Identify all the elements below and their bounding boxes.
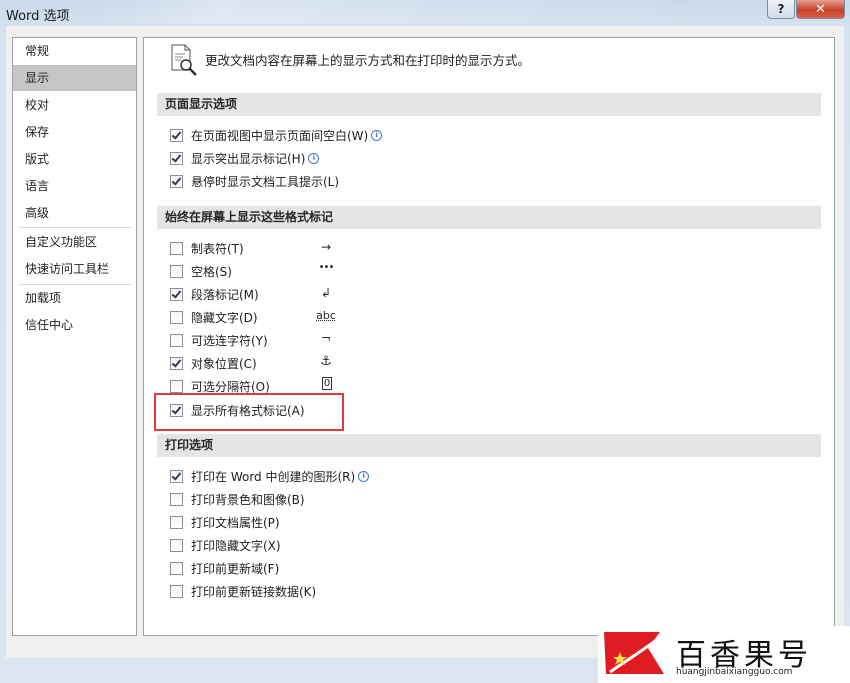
option-label: 打印在 Word 中创建的图形(R) bbox=[191, 469, 356, 484]
document-magnifier-icon bbox=[171, 44, 197, 76]
category-sidebar: 常规 显示 校对 保存 版式 语言 高级 自定义功能区 快速访问工具栏 加载项 … bbox=[12, 37, 137, 636]
checkbox[interactable] bbox=[170, 310, 183, 324]
option-update-linked-data: 打印前更新链接数据(K) bbox=[170, 581, 316, 601]
checkbox[interactable] bbox=[170, 515, 183, 529]
sidebar-item-layout[interactable]: 版式 bbox=[13, 146, 136, 172]
section-heading-page-display: 页面显示选项 bbox=[157, 93, 821, 116]
optional-hyphen-icon: ¬ bbox=[320, 331, 332, 345]
option-show-tooltips: 悬停时显示文档工具提示(L) bbox=[170, 171, 339, 191]
brand-logo-icon bbox=[604, 632, 665, 674]
option-label: 在页面视图中显示页面间空白(W) bbox=[191, 128, 369, 143]
word-options-window: Word 选项 ? ✕ 常规 显示 校对 保存 版式 语言 高级 自定义功能区 … bbox=[0, 0, 850, 683]
option-label: 空格(S) bbox=[191, 264, 232, 279]
help-button[interactable]: ? bbox=[767, 0, 795, 19]
option-print-background: 打印背景色和图像(B) bbox=[170, 489, 305, 509]
anchor-icon: ⚓ bbox=[320, 354, 332, 369]
sidebar-item-quick-access-toolbar[interactable]: 快速访问工具栏 bbox=[13, 256, 136, 282]
checkbox[interactable] bbox=[170, 287, 183, 301]
checkbox[interactable] bbox=[170, 356, 183, 370]
option-paragraph-marks: 段落标记(M) bbox=[170, 284, 259, 304]
option-label: 显示突出显示标记(H) bbox=[191, 151, 306, 166]
option-object-anchors: 对象位置(C) bbox=[170, 353, 257, 373]
title-bar-background bbox=[90, 0, 730, 24]
checkbox[interactable] bbox=[170, 492, 183, 506]
optional-break-icon: 0 bbox=[322, 377, 332, 390]
option-print-properties: 打印文档属性(P) bbox=[170, 512, 280, 532]
close-button[interactable]: ✕ bbox=[796, 0, 845, 19]
sidebar-item-display[interactable]: 显示 bbox=[13, 65, 136, 91]
sidebar-divider bbox=[19, 227, 131, 228]
checkbox[interactable] bbox=[170, 584, 183, 598]
checkbox[interactable] bbox=[170, 241, 183, 255]
option-print-drawings: 打印在 Word 中创建的图形(R) i bbox=[170, 466, 370, 486]
option-label: 对象位置(C) bbox=[191, 356, 257, 371]
display-options-panel: 更改文档内容在屏幕上的显示方式和在打印时的显示方式。 页面显示选项 在页面视图中… bbox=[143, 37, 835, 636]
tab-symbol-icon: → bbox=[320, 240, 332, 254]
checkbox[interactable] bbox=[170, 333, 183, 347]
option-optional-hyphens: 可选连字符(Y) bbox=[170, 330, 268, 350]
section-heading-print: 打印选项 bbox=[157, 434, 821, 457]
option-show-whitespace: 在页面视图中显示页面间空白(W) i bbox=[170, 125, 383, 145]
option-label: 可选分隔符(O) bbox=[191, 379, 270, 394]
option-label: 制表符(T) bbox=[191, 241, 244, 256]
checkbox[interactable] bbox=[170, 128, 183, 142]
option-label: 打印背景色和图像(B) bbox=[191, 492, 305, 507]
space-dots-icon: ••• bbox=[318, 262, 335, 273]
window-title: Word 选项 bbox=[6, 9, 70, 24]
option-tab-characters: 制表符(T) bbox=[170, 238, 244, 258]
checkbox[interactable] bbox=[170, 174, 183, 188]
option-hidden-text: 隐藏文字(D) bbox=[170, 307, 258, 327]
hidden-text-icon: abc bbox=[316, 309, 336, 322]
sidebar-item-language[interactable]: 语言 bbox=[13, 173, 136, 199]
info-icon[interactable]: i bbox=[358, 470, 370, 482]
highlight-box bbox=[154, 393, 344, 431]
sidebar-item-customize-ribbon[interactable]: 自定义功能区 bbox=[13, 229, 136, 255]
checkbox[interactable] bbox=[170, 561, 183, 575]
option-label: 段落标记(M) bbox=[191, 287, 259, 302]
intro-text: 更改文档内容在屏幕上的显示方式和在打印时的显示方式。 bbox=[205, 53, 531, 68]
option-show-highlighter: 显示突出显示标记(H) i bbox=[170, 148, 320, 168]
sidebar-item-save[interactable]: 保存 bbox=[13, 119, 136, 145]
sidebar-item-proofing[interactable]: 校对 bbox=[13, 92, 136, 118]
option-update-fields: 打印前更新域(F) bbox=[170, 558, 279, 578]
info-icon[interactable]: i bbox=[308, 152, 320, 164]
option-label: 打印文档属性(P) bbox=[191, 515, 280, 530]
option-label: 可选连字符(Y) bbox=[191, 333, 268, 348]
checkbox[interactable] bbox=[170, 151, 183, 165]
sidebar-item-trust-center[interactable]: 信任中心 bbox=[13, 312, 136, 338]
info-icon[interactable]: i bbox=[371, 129, 383, 141]
option-label: 打印前更新域(F) bbox=[191, 561, 280, 576]
option-label: 隐藏文字(D) bbox=[191, 310, 258, 325]
sidebar-item-add-ins[interactable]: 加载项 bbox=[13, 285, 136, 311]
title-bar: Word 选项 ? ✕ bbox=[0, 0, 850, 26]
watermark: 百香果号 huangjinbaixiangguo.com bbox=[598, 626, 850, 683]
sidebar-item-advanced[interactable]: 高级 bbox=[13, 200, 136, 226]
option-print-hidden-text: 打印隐藏文字(X) bbox=[170, 535, 281, 555]
section-heading-format-marks: 始终在屏幕上显示这些格式标记 bbox=[157, 206, 821, 229]
checkbox[interactable] bbox=[170, 379, 183, 393]
option-label: 悬停时显示文档工具提示(L) bbox=[191, 174, 340, 189]
brand-url: huangjinbaixiangguo.com bbox=[676, 667, 793, 677]
checkbox[interactable] bbox=[170, 538, 183, 552]
option-label: 打印前更新链接数据(K) bbox=[191, 584, 317, 599]
option-label: 打印隐藏文字(X) bbox=[191, 538, 281, 553]
checkbox[interactable] bbox=[170, 469, 183, 483]
sidebar-item-general[interactable]: 常规 bbox=[13, 38, 136, 64]
paragraph-mark-icon: ↲ bbox=[320, 286, 332, 300]
checkbox[interactable] bbox=[170, 264, 183, 278]
option-spaces: 空格(S) bbox=[170, 261, 232, 281]
